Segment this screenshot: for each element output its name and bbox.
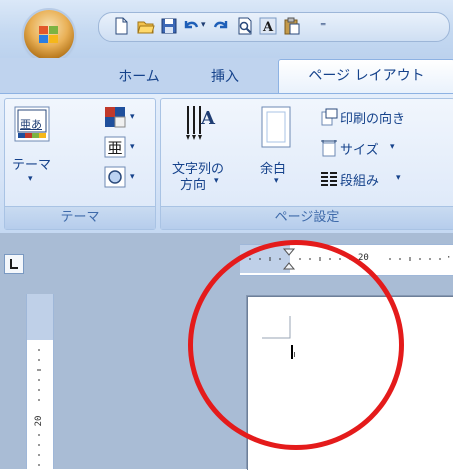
columns-dropdown-icon: ▾ — [396, 173, 401, 183]
office-logo-icon — [39, 26, 58, 43]
text-direction-button[interactable]: A 文字列の 方向 ▾ — [170, 104, 236, 202]
themes-dropdown-icon: ▾ — [28, 174, 33, 184]
margins-dropdown-icon: ▾ — [274, 176, 279, 186]
size-icon — [321, 140, 337, 157]
tab-selector-button[interactable] — [4, 254, 24, 274]
text-direction-dropdown-icon: ▾ — [214, 176, 219, 186]
paste-icon[interactable] — [283, 17, 301, 35]
text-direction-icon: A — [186, 106, 216, 140]
vertical-ruler-ticks — [37, 349, 41, 466]
size-dropdown-icon: ▾ — [390, 142, 395, 152]
svg-text:A: A — [200, 108, 216, 129]
margins-button[interactable]: 余白 ▾ — [254, 104, 302, 202]
tab-page-layout[interactable]: ページ レイアウト — [278, 59, 453, 95]
themes-button[interactable]: 亜あ テーマ ▾ — [10, 104, 56, 202]
left-tab-stop-icon — [10, 259, 18, 269]
vertical-ruler-label: 20 — [34, 415, 44, 427]
tab-insert[interactable]: 挿入 — [195, 62, 255, 92]
print-preview-icon[interactable] — [236, 17, 254, 35]
columns-label: 段組み — [340, 174, 380, 189]
theme-effects-icon[interactable] — [104, 166, 126, 188]
orientation-label: 印刷の向き — [340, 112, 406, 127]
margins-icon — [261, 106, 291, 148]
orientation-button[interactable]: 印刷の向き — [320, 106, 453, 130]
undo-dropdown-icon[interactable]: ▾ — [201, 20, 206, 30]
theme-colors-dropdown-icon[interactable]: ▾ — [130, 112, 135, 122]
theme-colors-icon[interactable] — [104, 106, 126, 128]
horizontal-ruler-edge: · — [446, 253, 452, 263]
columns-icon — [321, 172, 337, 186]
tab-home[interactable]: ホーム — [108, 62, 170, 92]
size-label: サイズ — [340, 143, 379, 158]
text-direction-label-2: 方向 — [180, 178, 207, 193]
orientation-icon — [321, 108, 338, 126]
page-setup-group-label: ページ設定 — [161, 206, 453, 229]
highlight-circle-annotation — [188, 240, 404, 450]
save-icon[interactable] — [160, 17, 178, 35]
themes-group-label: テーマ — [5, 206, 155, 229]
margins-label: 余白 — [260, 162, 287, 177]
size-button[interactable]: サイズ ▾ — [320, 137, 453, 161]
themes-button-label: テーマ — [12, 158, 52, 173]
open-folder-icon[interactable] — [137, 17, 155, 35]
theme-fonts-icon[interactable]: 亜 — [104, 136, 126, 158]
svg-text:A: A — [262, 20, 274, 35]
font-color-icon[interactable]: A — [259, 17, 277, 35]
themes-icon-text: 亜あ — [20, 118, 42, 131]
undo-icon[interactable] — [182, 17, 200, 35]
customize-qat-icon[interactable]: ⁼ — [320, 19, 326, 33]
new-document-icon[interactable] — [112, 17, 130, 35]
svg-text:亜: 亜 — [107, 139, 122, 157]
columns-button[interactable]: 段組み ▾ — [320, 168, 453, 192]
theme-effects-dropdown-icon[interactable]: ▾ — [130, 172, 135, 182]
redo-icon[interactable] — [212, 17, 230, 35]
theme-fonts-dropdown-icon[interactable]: ▾ — [130, 142, 135, 152]
